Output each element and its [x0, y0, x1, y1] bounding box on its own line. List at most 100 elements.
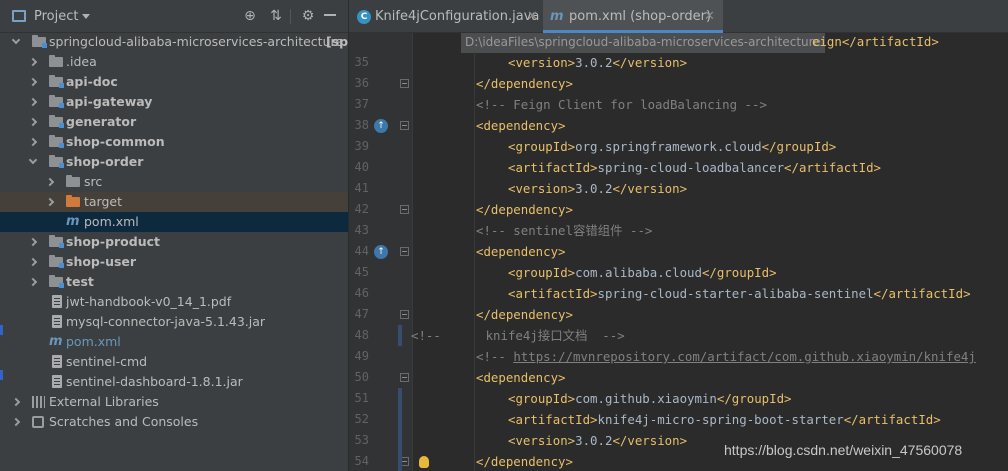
close-icon[interactable]: ✕: [527, 0, 538, 33]
file-icon: [52, 295, 62, 308]
line-number: 54: [354, 454, 369, 468]
chevron-right-icon[interactable]: [45, 197, 55, 207]
locate-icon[interactable]: ⊕: [242, 8, 258, 24]
chevron-right-icon[interactable]: [28, 257, 38, 267]
lightbulb-icon[interactable]: [419, 456, 429, 468]
chevron-right-icon[interactable]: [28, 137, 38, 147]
code-line-38[interactable]: <dependency>: [476, 115, 566, 136]
code-line-42[interactable]: </dependency>: [476, 199, 573, 220]
tree-item-label: src: [84, 174, 103, 189]
project-panel-header: Project ⊕ ⇅ ⚙: [0, 0, 348, 33]
module-folder-icon: [49, 135, 64, 148]
code-comment: <!-- Feign Client for loadBalancing -->: [476, 97, 767, 112]
tab-knife4j-configuration[interactable]: C Knife4jConfiguration.java ✕: [349, 0, 542, 33]
fold-marker[interactable]: [400, 121, 409, 130]
tree-item-api-gateway[interactable]: api-gateway: [0, 92, 348, 112]
tree-item-root-pom-xml[interactable]: m pom.xml: [0, 332, 348, 352]
gear-icon[interactable]: ⚙: [300, 8, 316, 24]
tree-item-src[interactable]: src: [0, 172, 348, 192]
code-line-39[interactable]: <groupId>org.springframework.cloud</grou…: [508, 136, 836, 157]
tree-item-scratches[interactable]: Scratches and Consoles: [0, 412, 348, 432]
tree-item-api-doc[interactable]: api-doc: [0, 72, 348, 92]
tree-item-shop-user[interactable]: shop-user: [0, 252, 348, 272]
chevron-right-icon[interactable]: [28, 77, 38, 87]
fold-marker[interactable]: [400, 310, 409, 319]
code-link[interactable]: https://mvnrepository.com/artifact/com.g…: [513, 349, 976, 364]
dependency-update-icon[interactable]: ↑: [374, 245, 388, 259]
code-line-43[interactable]: <!-- sentinel容错组件 -->: [476, 220, 652, 241]
code-line-50[interactable]: <dependency>: [476, 367, 566, 388]
code-line-49[interactable]: <!-- https://mvnrepository.com/artifact/…: [476, 346, 976, 367]
code-line-48[interactable]: <!-- knife4j接口文档 -->: [411, 325, 625, 346]
tree-item-label: sentinel-cmd: [66, 354, 148, 369]
fold-marker[interactable]: [400, 373, 409, 382]
chevron-right-icon[interactable]: [28, 57, 38, 67]
tree-item-root[interactable]: springcloud-alibaba-microservices-archit…: [0, 32, 348, 52]
tree-item-mysql-connector[interactable]: mysql-connector-java-5.1.43.jar: [0, 312, 348, 332]
chevron-down-icon[interactable]: [28, 155, 38, 165]
code-line-45[interactable]: <groupId>com.alibaba.cloud</groupId>: [508, 262, 777, 283]
project-panel-title[interactable]: Project: [34, 9, 78, 24]
chevron-right-icon[interactable]: [28, 277, 38, 287]
code-line-37[interactable]: <!-- Feign Client for loadBalancing -->: [476, 94, 767, 115]
fold-marker[interactable]: [400, 247, 409, 256]
code-value: 3.0.2: [575, 433, 613, 448]
divider: [290, 9, 291, 24]
chevron-right-icon[interactable]: [28, 117, 38, 127]
code-line-46[interactable]: <artifactId>spring-cloud-starter-alibaba…: [508, 283, 971, 304]
code-line-52[interactable]: <artifactId>knife4j-micro-spring-boot-st…: [508, 409, 941, 430]
tree-item-generator[interactable]: generator: [0, 112, 348, 132]
close-icon[interactable]: ✕: [704, 0, 715, 33]
code-line-41[interactable]: <version>3.0.2</version>: [508, 178, 687, 199]
project-view-icon[interactable]: [12, 10, 26, 22]
tree-item-idea[interactable]: .idea: [0, 52, 348, 72]
code-line-47[interactable]: </dependency>: [476, 304, 573, 325]
chevron-down-icon[interactable]: [82, 14, 90, 19]
code-line-35[interactable]: <version>3.0.2</version>: [508, 52, 687, 73]
tree-item-test[interactable]: test: [0, 272, 348, 292]
code-line-44[interactable]: <dependency>: [476, 241, 566, 262]
tree-item-external-libraries[interactable]: External Libraries: [0, 392, 348, 412]
line-number: 45: [354, 265, 369, 279]
code-comment: <!--: [476, 349, 514, 364]
tree-item-shop-order[interactable]: shop-order: [0, 152, 348, 172]
tree-item-jwt-handbook[interactable]: jwt-handbook-v0_14_1.pdf: [0, 292, 348, 312]
collapse-all-icon[interactable]: ⇅: [268, 8, 284, 24]
tree-item-pom-xml-selected[interactable]: m pom.xml: [0, 212, 348, 232]
edge-marker: [0, 325, 3, 335]
tab-label: Knife4jConfiguration.java: [375, 9, 540, 24]
maven-icon: m: [550, 9, 564, 24]
chevron-right-icon[interactable]: [11, 397, 21, 407]
code-line-40[interactable]: <artifactId>spring-cloud-loadbalancer</a…: [508, 157, 881, 178]
excluded-folder-icon: [66, 195, 80, 207]
code-line-53[interactable]: <version>3.0.2</version>: [508, 430, 687, 451]
fold-marker[interactable]: [400, 205, 409, 214]
code-line-51[interactable]: <groupId>com.github.xiaoymin</groupId>: [508, 388, 792, 409]
chevron-right-icon[interactable]: [28, 237, 38, 247]
code-value: com.github.xiaoymin: [575, 391, 717, 406]
module-folder-icon: [32, 35, 47, 48]
code-value: 3.0.2: [575, 55, 613, 70]
folder-icon: [66, 175, 80, 187]
dependency-update-icon[interactable]: ↑: [374, 119, 388, 133]
code-line-36[interactable]: </dependency>: [476, 73, 573, 94]
tree-item-label: shop-order: [66, 154, 144, 169]
code-line-54[interactable]: </dependency>: [476, 451, 573, 471]
chevron-right-icon[interactable]: [45, 177, 55, 187]
chevron-down-icon[interactable]: [11, 35, 21, 45]
libraries-icon: [32, 396, 45, 408]
tree-item-sentinel-dashboard[interactable]: sentinel-dashboard-1.8.1.jar: [0, 372, 348, 392]
tab-pom-xml-shop-order[interactable]: m pom.xml (shop-order) ✕: [543, 0, 723, 33]
module-folder-icon: [49, 155, 64, 168]
tree-item-label: sentinel-dashboard-1.8.1.jar: [66, 374, 243, 389]
tree-item-shop-product[interactable]: shop-product: [0, 232, 348, 252]
chevron-right-icon[interactable]: [11, 417, 21, 427]
code-line-34[interactable]: eign</artifactId>: [812, 31, 939, 52]
minimize-icon[interactable]: [324, 14, 336, 16]
tree-item-shop-common[interactable]: shop-common: [0, 132, 348, 152]
fold-marker[interactable]: [400, 79, 409, 88]
chevron-right-icon[interactable]: [28, 97, 38, 107]
editor-tabs: C Knife4jConfiguration.java ✕ m pom.xml …: [349, 0, 1008, 33]
tree-item-target[interactable]: target: [0, 192, 348, 212]
tree-item-sentinel-cmd[interactable]: sentinel-cmd: [0, 352, 348, 372]
